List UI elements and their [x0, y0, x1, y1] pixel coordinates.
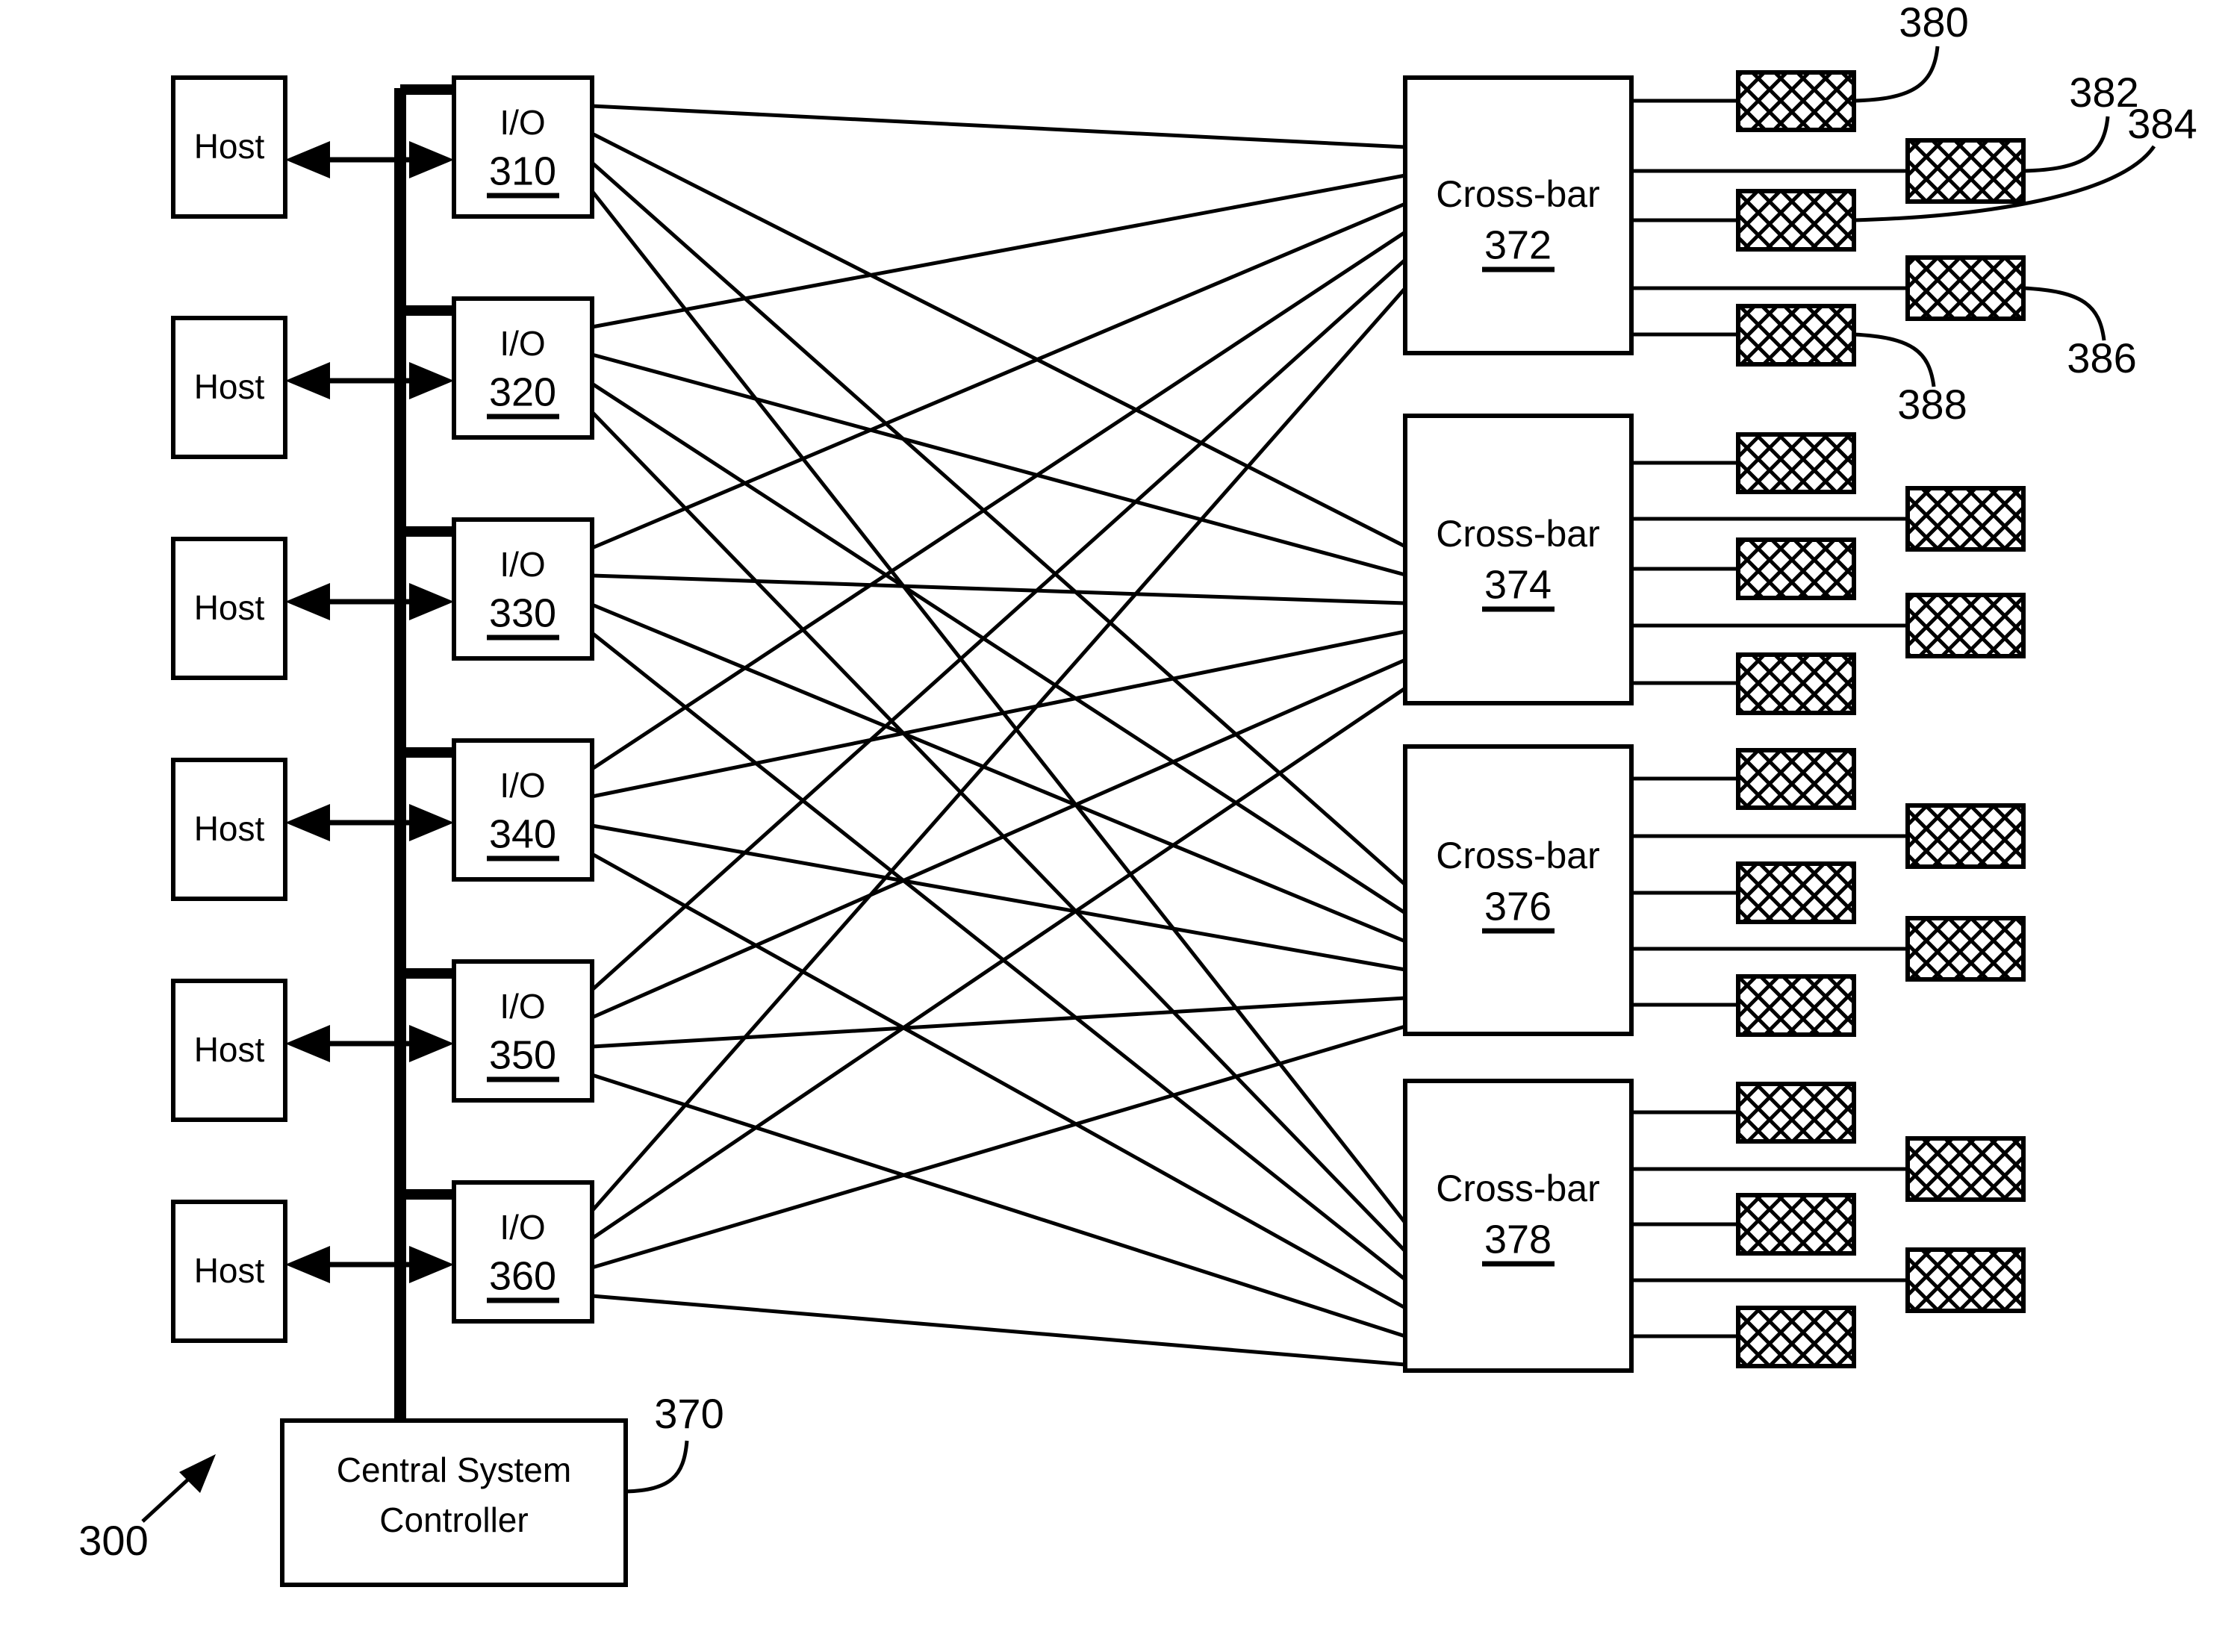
crossbar-group-378: Cross-bar 378 — [1403, 1079, 2026, 1373]
host-box-5[interactable]: Host — [171, 979, 287, 1122]
io-box-310[interactable]: I/O 310 — [452, 75, 594, 219]
leader-380 — [1853, 46, 1940, 103]
io-label: I/O — [500, 987, 545, 1026]
storage-device[interactable] — [1905, 593, 2026, 658]
io-label: I/O — [500, 103, 545, 142]
storage-device[interactable] — [1736, 974, 1856, 1037]
ref-label-370: 370 — [654, 1390, 723, 1437]
figure-ref-300-group: 300 — [78, 1454, 216, 1564]
crossbar-label: Cross-bar — [1436, 173, 1599, 215]
storage-device-384[interactable] — [1736, 189, 1856, 252]
crossbar-ref: 374 — [1484, 562, 1552, 607]
figure-ref-300: 300 — [78, 1517, 148, 1564]
crossbar-group-376: Cross-bar 376 — [1403, 744, 2026, 1037]
host-label: Host — [194, 1030, 265, 1069]
host-label: Host — [194, 809, 265, 848]
crossbar-ref: 378 — [1484, 1217, 1552, 1262]
storage-device[interactable] — [1905, 1136, 2026, 1202]
io-ref: 340 — [489, 811, 556, 856]
host-io-arrow-1 — [285, 141, 454, 178]
crossbar-ref: 376 — [1484, 884, 1552, 929]
host-io-arrow-5 — [285, 1025, 454, 1062]
io-box-330[interactable]: I/O 330 — [452, 517, 594, 661]
ref-label-380: 380 — [1899, 0, 1968, 46]
io-to-crossbar-mesh — [591, 104, 1407, 1367]
host-io-arrow-2 — [285, 362, 454, 399]
host-io-connectors — [285, 84, 454, 1283]
io-box-320[interactable]: I/O 320 — [452, 296, 594, 440]
crossbar-label: Cross-bar — [1436, 513, 1599, 555]
io-ref: 350 — [489, 1032, 556, 1077]
ref-label-388: 388 — [1897, 381, 1967, 428]
storage-device[interactable] — [1905, 486, 2026, 552]
host-io-arrow-3 — [285, 583, 454, 620]
storage-device[interactable] — [1736, 537, 1856, 600]
crossbar-label: Cross-bar — [1436, 835, 1599, 876]
host-box-1[interactable]: Host — [171, 75, 287, 219]
controller-label-line1: Central System — [337, 1450, 571, 1489]
io-label: I/O — [500, 1208, 545, 1247]
host-label: Host — [194, 1251, 265, 1290]
storage-device[interactable] — [1905, 803, 2026, 869]
io-ref: 360 — [489, 1253, 556, 1298]
host-label: Host — [194, 127, 265, 166]
host-io-arrow-4 — [285, 804, 454, 841]
storage-device[interactable] — [1736, 1306, 1856, 1368]
io-ref: 330 — [489, 590, 556, 635]
leader-388 — [1853, 332, 1936, 387]
io-label: I/O — [500, 545, 545, 584]
io-box-360[interactable]: I/O 360 — [452, 1180, 594, 1324]
storage-device[interactable] — [1736, 748, 1856, 810]
host-box-2[interactable]: Host — [171, 316, 287, 459]
crossbar-group-372: Cross-bar 372 380 382 384 386 388 — [1403, 0, 2197, 428]
io-ref: 310 — [489, 149, 556, 193]
storage-device[interactable] — [1905, 1247, 2026, 1313]
leader-370 — [625, 1440, 689, 1494]
io-ref: 320 — [489, 370, 556, 414]
leader-382 — [2023, 116, 2110, 173]
storage-device[interactable] — [1736, 861, 1856, 924]
host-box-4[interactable]: Host — [171, 758, 287, 901]
ref-label-386: 386 — [2067, 334, 2136, 381]
storage-device-380[interactable] — [1736, 70, 1856, 132]
storage-device-382[interactable] — [1905, 138, 2026, 204]
io-box-340[interactable]: I/O 340 — [452, 738, 594, 882]
central-system-controller-group: Central System Controller 370 — [280, 1390, 724, 1587]
host-box-3[interactable]: Host — [171, 537, 287, 680]
host-label: Host — [194, 367, 265, 406]
io-label: I/O — [500, 324, 545, 363]
host-io-arrow-6 — [285, 1246, 454, 1283]
controller-label-line2: Controller — [379, 1500, 528, 1539]
patent-figure-300: Host Host Host Host Host Host I/O 310 I/… — [0, 0, 2225, 1652]
crossbar-group-374: Cross-bar 374 — [1403, 414, 2026, 715]
storage-device[interactable] — [1905, 916, 2026, 982]
ref-label-384: 384 — [2127, 100, 2197, 147]
host-box-6[interactable]: Host — [171, 1200, 287, 1343]
io-box-350[interactable]: I/O 350 — [452, 959, 594, 1103]
crossbar-box-374[interactable] — [1403, 414, 1634, 705]
storage-device-386[interactable] — [1905, 255, 2026, 321]
crossbar-box-372[interactable] — [1403, 75, 1634, 355]
storage-device[interactable] — [1736, 1193, 1856, 1256]
crossbar-label: Cross-bar — [1436, 1168, 1599, 1209]
host-label: Host — [194, 588, 265, 627]
leader-386 — [2023, 286, 2106, 341]
io-column: I/O 310 I/O 320 I/O 330 I/O 340 I/O 350 — [452, 75, 594, 1324]
storage-device[interactable] — [1736, 652, 1856, 715]
storage-device[interactable] — [1736, 432, 1856, 494]
host-column: Host Host Host Host Host Host — [171, 75, 287, 1343]
storage-device-388[interactable] — [1736, 304, 1856, 367]
storage-device[interactable] — [1736, 1082, 1856, 1144]
io-label: I/O — [500, 766, 545, 805]
crossbar-ref: 372 — [1484, 222, 1552, 267]
